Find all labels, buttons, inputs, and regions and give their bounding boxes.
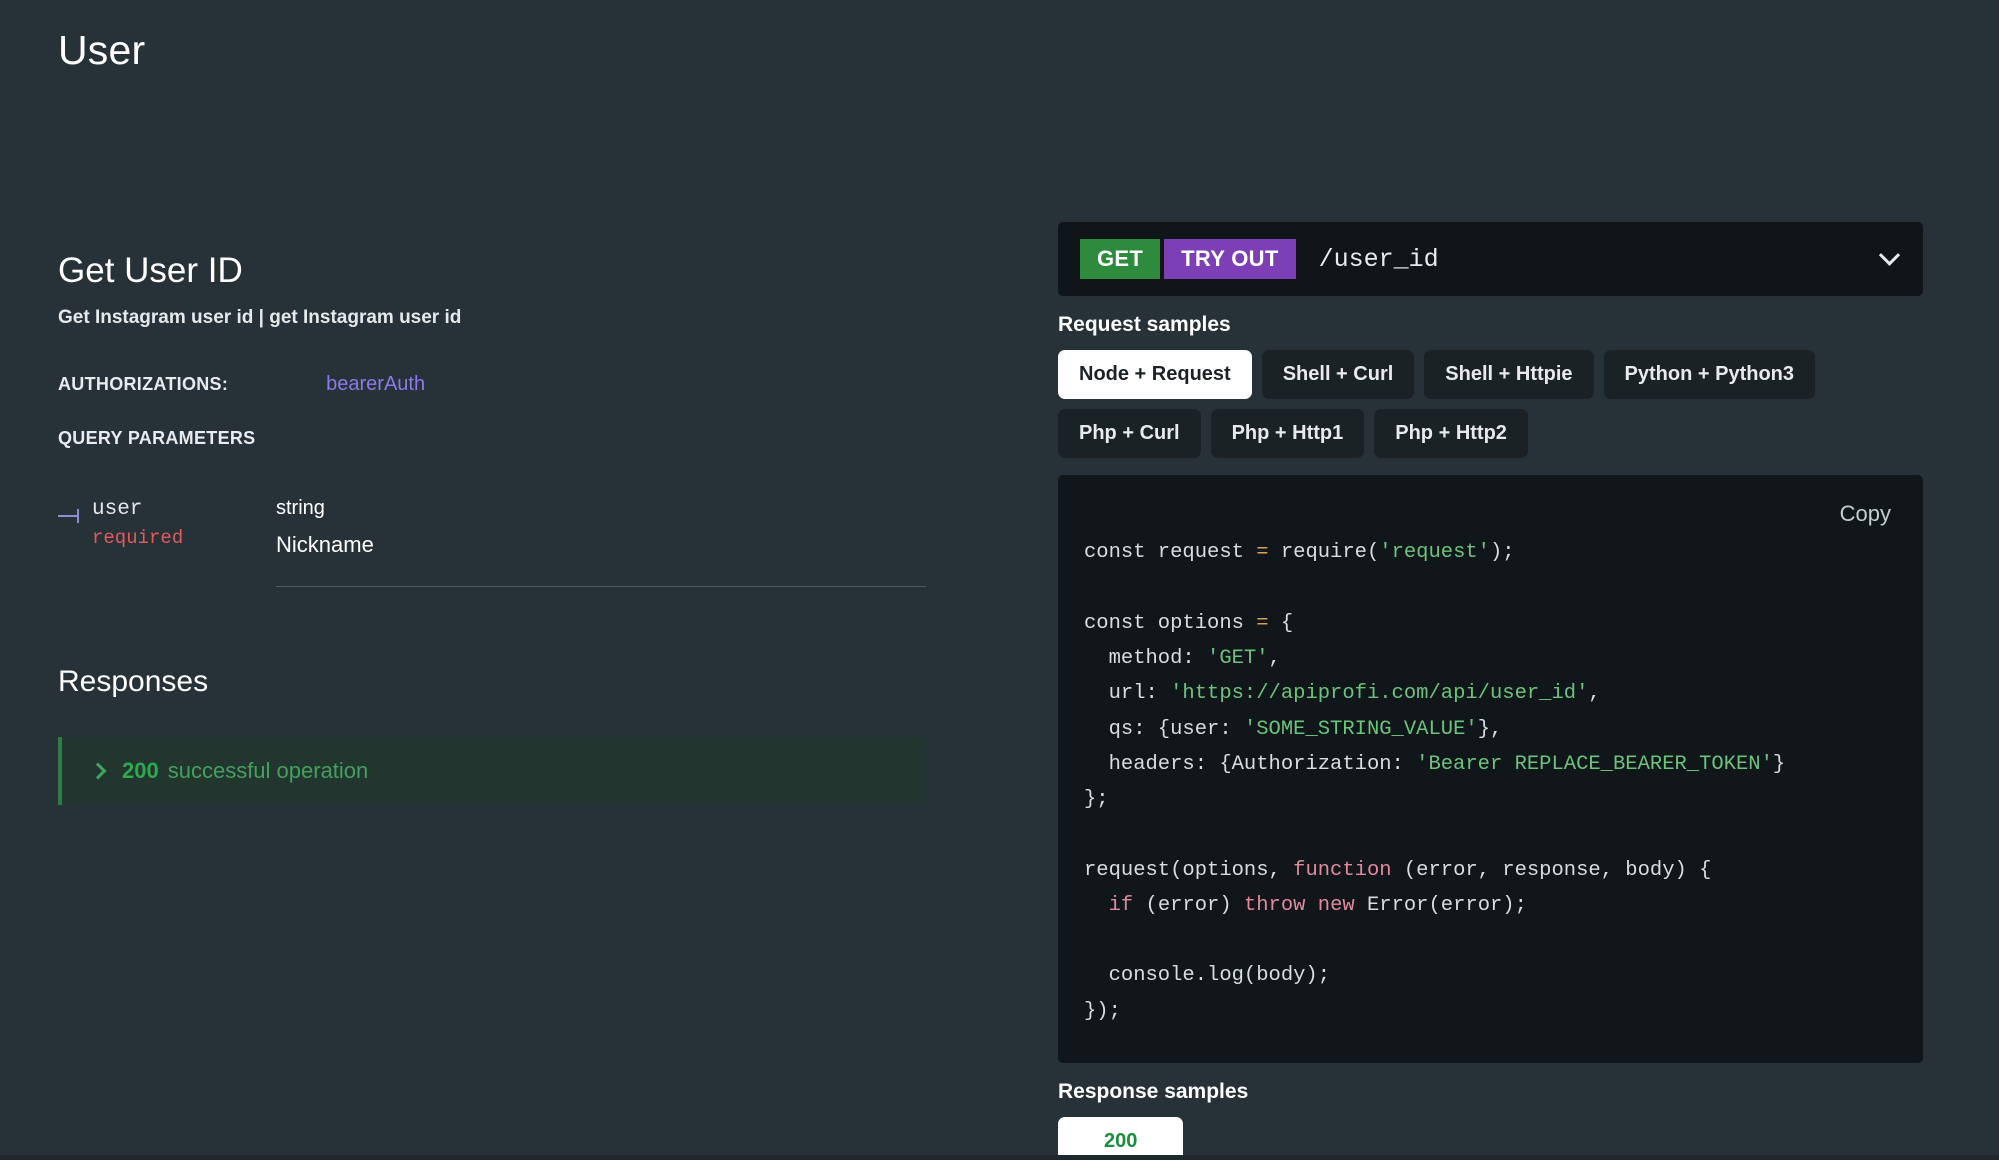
response-status-text: successful operation	[167, 757, 369, 783]
parameter-row: user required string Nickname	[58, 495, 1058, 587]
authorizations-label: AUTHORIZATIONS:	[58, 373, 229, 394]
tab-node-request[interactable]: Node + Request	[1058, 350, 1252, 400]
operation-title: Get User ID	[58, 251, 243, 291]
tab-shell-httpie[interactable]: Shell + Httpie	[1424, 350, 1594, 400]
response-item-200[interactable]: 200 successful operation	[58, 736, 926, 805]
parameter-required-badge: required	[92, 527, 184, 550]
tab-php-http1[interactable]: Php + Http1	[1210, 409, 1365, 459]
request-code-sample: const request = require('request'); cons…	[1084, 541, 1786, 1023]
tab-php-curl[interactable]: Php + Curl	[1058, 409, 1201, 459]
endpoint-bar[interactable]: GET TRY OUT /user_id	[1058, 222, 1923, 296]
authorizations-row: AUTHORIZATIONS: bearerAuth	[58, 373, 1058, 396]
parameter-title: Nickname	[276, 531, 374, 557]
request-sample-tabs: Node + Request Shell + Curl Shell + Http…	[1058, 350, 1923, 459]
chevron-down-icon[interactable]	[1878, 244, 1901, 266]
samples-column: GET TRY OUT /user_id Request samples Nod…	[1058, 0, 1999, 1160]
query-parameters-label: QUERY PARAMETERS	[58, 427, 256, 448]
request-samples-label: Request samples	[1058, 313, 1231, 336]
operation-block: Get User ID Get Instagram user id | get …	[58, 251, 1058, 805]
operation-details-column: User Get User ID Get Instagram user id |…	[0, 0, 1058, 1160]
copy-button[interactable]: Copy	[1840, 501, 1891, 527]
http-method-badge: GET	[1080, 239, 1161, 279]
response-status-code: 200	[122, 757, 159, 783]
parameter-name: user	[92, 497, 143, 521]
api-reference-page: User Get User ID Get Instagram user id |…	[0, 0, 1999, 1160]
page-title: User	[58, 27, 146, 73]
parameter-name-group: user required	[92, 497, 183, 551]
response-sample-tabs: 200	[1058, 1117, 1923, 1160]
authorizations-value[interactable]: bearerAuth	[326, 373, 425, 396]
operation-description: Get Instagram user id | get Instagram us…	[58, 307, 462, 329]
parameter-info-cell: string Nickname	[276, 495, 926, 587]
tab-shell-curl[interactable]: Shell + Curl	[1261, 350, 1415, 400]
tree-branch-icon	[58, 508, 82, 523]
chevron-right-icon	[89, 762, 107, 780]
request-code-panel: Copy const request = require('request');…	[1058, 475, 1923, 1063]
responses-heading: Responses	[58, 664, 209, 698]
tab-python-python3[interactable]: Python + Python3	[1603, 350, 1816, 400]
try-out-button[interactable]: TRY OUT	[1164, 239, 1296, 279]
tab-php-http2[interactable]: Php + Http2	[1374, 409, 1528, 459]
response-samples-label: Response samples	[1058, 1079, 1249, 1103]
bottom-strip	[0, 1155, 1999, 1160]
parameter-type: string	[276, 496, 325, 519]
parameter-name-cell: user required	[58, 495, 276, 551]
tab-response-200[interactable]: 200	[1058, 1117, 1184, 1160]
endpoint-path: /user_id	[1318, 244, 1439, 274]
